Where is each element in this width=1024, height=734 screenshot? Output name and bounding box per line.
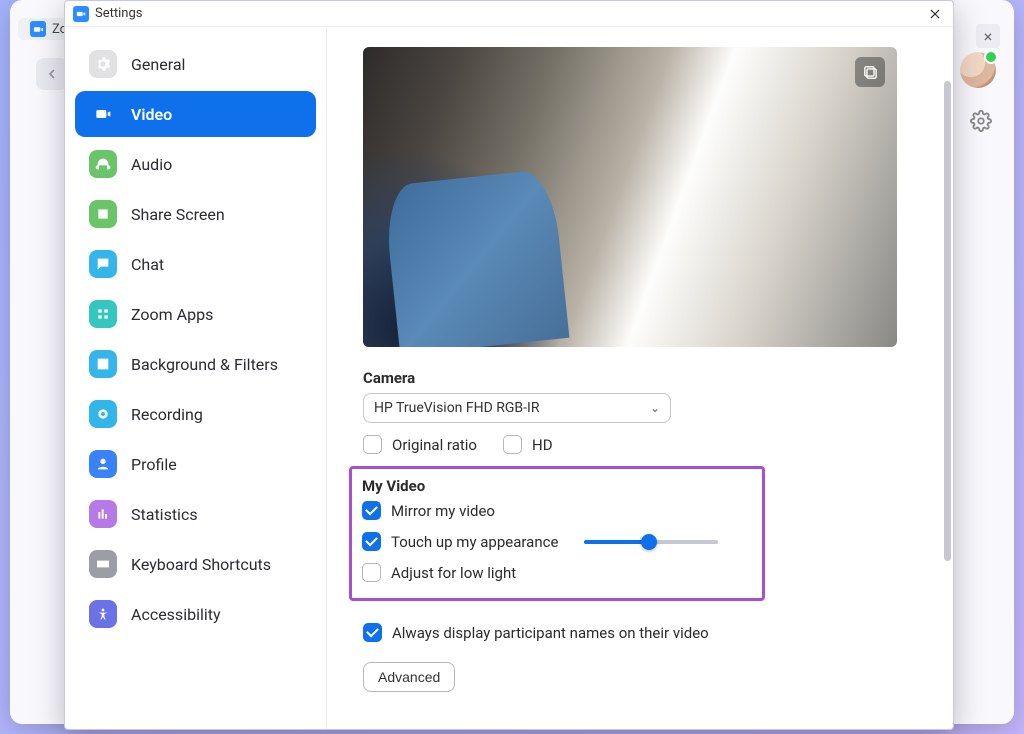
sidebar-item-label: Video: [131, 105, 172, 124]
sidebar-item-apps[interactable]: Zoom Apps: [75, 291, 316, 337]
mirror-checkbox[interactable]: Mirror my video: [362, 501, 495, 520]
sidebar-item-label: Statistics: [131, 505, 198, 524]
sidebar-item-share[interactable]: Share Screen: [75, 191, 316, 237]
background-close-button[interactable]: ×: [976, 24, 1000, 48]
sidebar-item-label: Share Screen: [131, 205, 225, 224]
sidebar-item-stats[interactable]: Statistics: [75, 491, 316, 537]
lowlight-checkbox[interactable]: Adjust for low light: [362, 563, 516, 582]
chevron-down-icon: ⌄: [650, 401, 660, 415]
headphones-icon: [89, 150, 117, 178]
app-icon: [73, 6, 89, 22]
my-video-highlight: My Video Mirror my video Touch up my app…: [349, 466, 765, 601]
my-video-label: My Video: [362, 477, 752, 495]
record-icon: [89, 400, 117, 428]
a11y-icon: [89, 600, 117, 628]
content: Camera HP TrueVision FHD RGB-IR ⌄ Origin…: [327, 27, 953, 729]
profile-icon: [89, 450, 117, 478]
apps-icon: [89, 300, 117, 328]
stats-icon: [89, 500, 117, 528]
sidebar-item-chat[interactable]: Chat: [75, 241, 316, 287]
keyboard-icon: [89, 550, 117, 578]
camera-select[interactable]: HP TrueVision FHD RGB-IR ⌄: [363, 393, 671, 423]
sidebar-item-profile[interactable]: Profile: [75, 441, 316, 487]
background-settings-icon[interactable]: [970, 110, 992, 136]
hd-label: HD: [532, 436, 553, 454]
sidebar-item-label: Accessibility: [131, 605, 221, 624]
sidebar-item-rec[interactable]: Recording: [75, 391, 316, 437]
sidebar-item-label: Profile: [131, 455, 177, 474]
window-title: Settings: [95, 6, 142, 21]
sidebar: General Video Audio Share Screen Chat Zoom Ap…: [65, 27, 327, 729]
rotate-camera-button[interactable]: [855, 57, 885, 87]
hd-checkbox[interactable]: HD: [503, 435, 553, 454]
chat-icon: [89, 250, 117, 278]
close-button[interactable]: [925, 4, 945, 24]
advanced-button[interactable]: Advanced: [363, 662, 455, 692]
zoom-icon: [30, 21, 46, 37]
sidebar-item-audio[interactable]: Audio: [75, 141, 316, 187]
sidebar-item-kbd[interactable]: Keyboard Shortcuts: [75, 541, 316, 587]
touchup-checkbox[interactable]: Touch up my appearance: [362, 532, 558, 551]
always-names-label: Always display participant names on thei…: [392, 624, 709, 642]
sidebar-item-bgf[interactable]: Background & Filters: [75, 341, 316, 387]
lowlight-label: Adjust for low light: [391, 564, 516, 582]
scrollbar[interactable]: [944, 81, 951, 561]
sidebar-item-a11y[interactable]: Accessibility: [75, 591, 316, 637]
always-names-checkbox[interactable]: Always display participant names on thei…: [363, 623, 709, 642]
settings-window: Settings General Video Audio Share Screen Ch…: [64, 0, 954, 730]
sidebar-item-label: General: [131, 55, 185, 74]
person-box-icon: [89, 350, 117, 378]
sidebar-item-label: Background & Filters: [131, 355, 278, 374]
avatar[interactable]: [960, 52, 996, 88]
share-icon: [89, 200, 117, 228]
original-ratio-label: Original ratio: [392, 436, 477, 454]
touchup-label: Touch up my appearance: [391, 533, 558, 551]
touchup-slider[interactable]: [584, 540, 718, 544]
sidebar-item-label: Keyboard Shortcuts: [131, 555, 271, 574]
sidebar-item-video[interactable]: Video: [75, 91, 316, 137]
camera-selected-value: HP TrueVision FHD RGB-IR: [374, 400, 539, 416]
sidebar-item-label: Recording: [131, 405, 203, 424]
video-preview: [363, 47, 897, 347]
sidebar-item-label: Zoom Apps: [131, 305, 213, 324]
titlebar: Settings: [65, 1, 953, 27]
sidebar-item-label: Audio: [131, 155, 172, 174]
mirror-label: Mirror my video: [391, 502, 495, 520]
video-icon: [89, 100, 117, 128]
sidebar-item-label: Chat: [131, 255, 164, 274]
gear-icon: [89, 50, 117, 78]
sidebar-item-general[interactable]: General: [75, 41, 316, 87]
camera-label: Camera: [363, 369, 917, 387]
original-ratio-checkbox[interactable]: Original ratio: [363, 435, 477, 454]
